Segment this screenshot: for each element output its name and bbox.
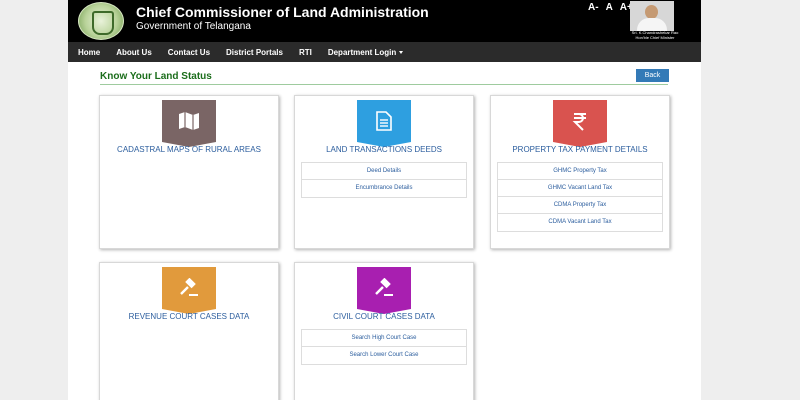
ghmc-property-tax-link[interactable]: GHMC Property Tax xyxy=(498,163,662,180)
card-title[interactable]: REVENUE COURT CASES DATA xyxy=(106,312,272,321)
card-revenue-court: REVENUE COURT CASES DATA xyxy=(99,262,279,400)
ghmc-vacant-land-tax-link[interactable]: GHMC Vacant Land Tax xyxy=(498,180,662,197)
card-title[interactable]: CADASTRAL MAPS OF RURAL AREAS xyxy=(106,145,272,154)
card-link-list: GHMC Property Tax GHMC Vacant Land Tax C… xyxy=(497,162,663,232)
font-reset-button[interactable]: A xyxy=(606,2,613,13)
nav-contact-us[interactable]: Contact Us xyxy=(168,48,210,57)
photo-head xyxy=(645,5,658,19)
card-title[interactable]: CIVIL COURT CASES DATA xyxy=(301,312,467,321)
search-lower-court-case-link[interactable]: Search Lower Court Case xyxy=(302,347,466,364)
card-property-tax: PROPERTY TAX PAYMENT DETAILS GHMC Proper… xyxy=(490,95,670,249)
card-icon-tile xyxy=(357,267,411,314)
gavel-icon xyxy=(375,278,393,296)
card-icon-tile xyxy=(553,100,607,147)
cdma-property-tax-link[interactable]: CDMA Property Tax xyxy=(498,197,662,214)
nav-department-login-label: Department Login xyxy=(327,47,397,57)
nav-about-us[interactable]: About Us xyxy=(116,48,152,57)
nav-home[interactable]: Home xyxy=(78,48,100,57)
card-civil-court: CIVIL COURT CASES DATA Search High Court… xyxy=(294,262,474,400)
nav-district-portals[interactable]: District Portals xyxy=(226,48,283,57)
gavel-icon xyxy=(180,278,198,296)
card-icon-tile xyxy=(357,100,411,147)
main-nav: Home About Us Contact Us District Portal… xyxy=(68,42,701,62)
telangana-emblem-icon[interactable] xyxy=(78,2,124,40)
page-title: Know Your Land Status xyxy=(100,71,212,82)
map-icon xyxy=(179,112,199,130)
card-link-list: Deed Details Encumbrance Details xyxy=(301,162,467,198)
encumbrance-details-link[interactable]: Encumbrance Details xyxy=(302,180,466,197)
card-land-transactions: LAND TRANSACTIONS DEEDS Deed Details Enc… xyxy=(294,95,474,249)
title-divider xyxy=(100,84,668,85)
search-high-court-case-link[interactable]: Search High Court Case xyxy=(302,330,466,347)
nav-rti[interactable]: RTI xyxy=(299,48,312,57)
site-title: Chief Commissioner of Land Administratio… xyxy=(136,4,429,20)
caret-down-icon xyxy=(399,50,404,54)
card-title[interactable]: PROPERTY TAX PAYMENT DETAILS xyxy=(497,145,663,154)
card-icon-tile xyxy=(162,267,216,314)
page-container: Chief Commissioner of Land Administratio… xyxy=(68,0,701,400)
card-icon-tile xyxy=(162,100,216,147)
deed-details-link[interactable]: Deed Details xyxy=(302,163,466,180)
card-title[interactable]: LAND TRANSACTIONS DEEDS xyxy=(301,145,467,154)
chief-minister-role: Hon'ble Chief Minister xyxy=(635,35,675,40)
rupee-icon xyxy=(572,113,586,131)
site-subtitle: Government of Telangana xyxy=(136,21,251,32)
font-size-controls: A- A A+ xyxy=(588,2,633,13)
document-icon xyxy=(376,111,392,131)
font-decrease-button[interactable]: A- xyxy=(588,2,599,13)
card-cadastral-maps: CADASTRAL MAPS OF RURAL AREAS xyxy=(99,95,279,249)
site-header: Chief Commissioner of Land Administratio… xyxy=(68,0,701,42)
chief-minister-caption: Sri. K.Chandrashekar Rao Hon'ble Chief M… xyxy=(616,30,694,40)
back-button[interactable]: Back xyxy=(636,69,669,82)
cdma-vacant-land-tax-link[interactable]: CDMA Vacant Land Tax xyxy=(498,214,662,231)
chief-minister-photo xyxy=(630,1,674,31)
nav-department-login[interactable]: Department Login xyxy=(327,47,404,57)
card-link-list: Search High Court Case Search Lower Cour… xyxy=(301,329,467,365)
